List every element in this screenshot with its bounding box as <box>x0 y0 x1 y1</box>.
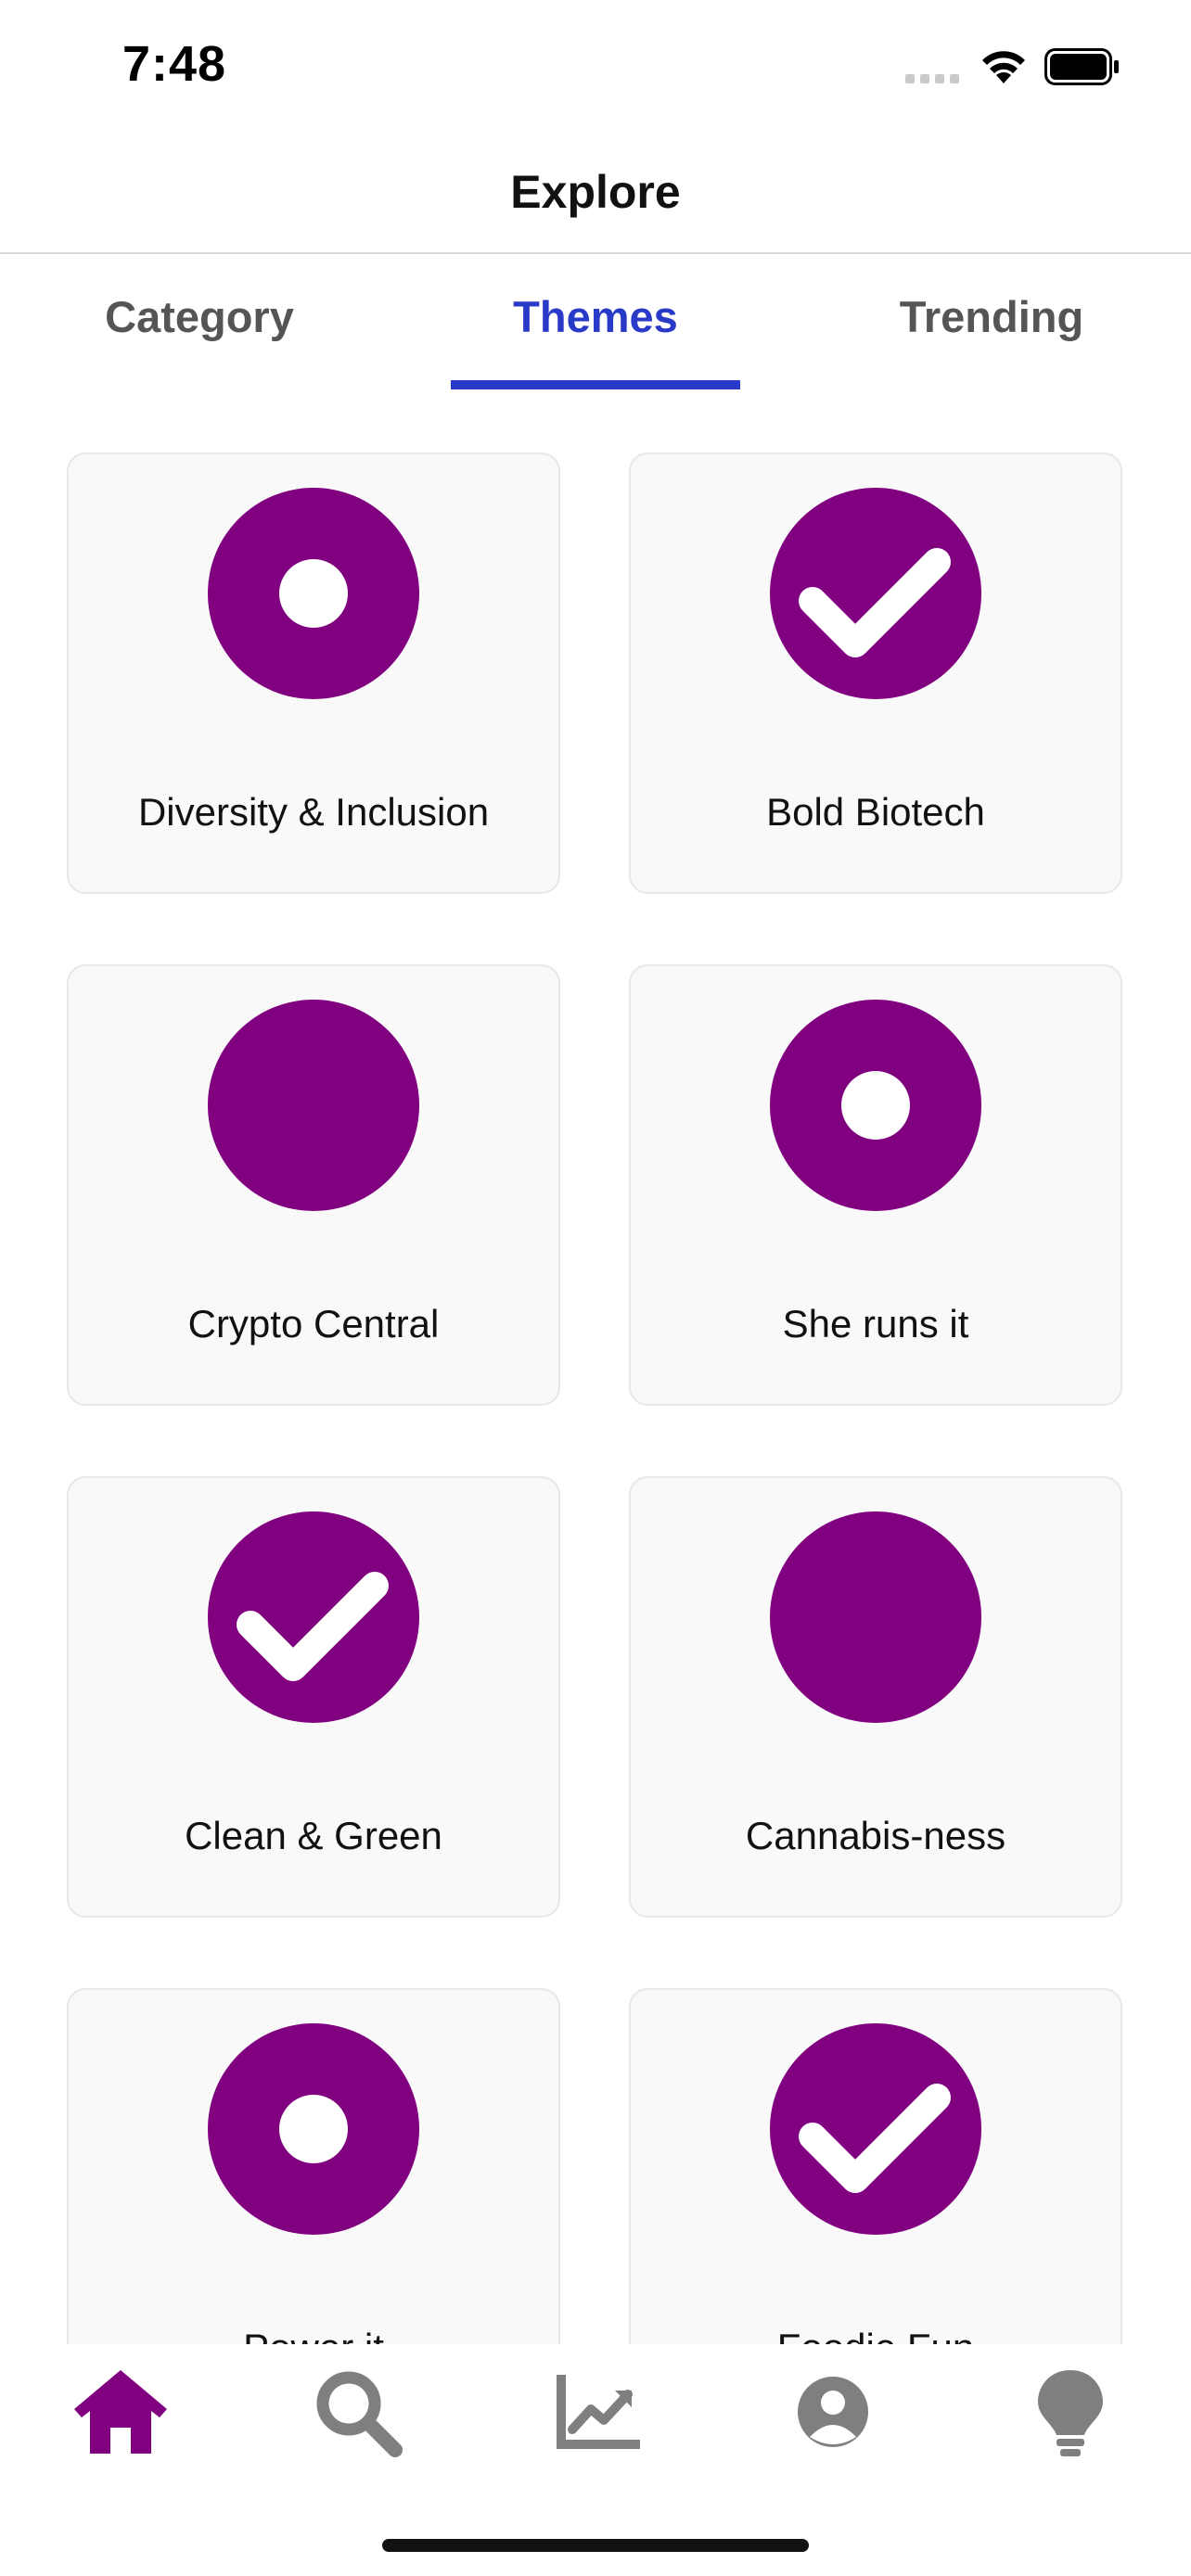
status-time: 7:48 <box>122 36 227 92</box>
search-icon[interactable] <box>306 2361 408 2463</box>
profile-icon[interactable] <box>782 2361 884 2463</box>
check-circle-icon <box>770 2023 981 2235</box>
theme-label: Bold Biotech <box>766 790 985 834</box>
theme-label: Clean & Green <box>185 1814 442 1857</box>
theme-label: She runs it <box>782 1302 969 1345</box>
tab-category[interactable]: Category <box>56 254 343 389</box>
theme-card[interactable]: Foodie Fun <box>629 1988 1122 2344</box>
tab-themes[interactable]: Themes <box>451 254 740 389</box>
wifi-icon <box>979 46 1029 85</box>
tab-label: Themes <box>513 292 678 341</box>
tab-label: Category <box>105 292 294 341</box>
tab-trending[interactable]: Trending <box>848 254 1135 389</box>
ring-icon <box>208 488 419 699</box>
home-icon[interactable] <box>70 2361 172 2463</box>
active-tab-indicator <box>451 380 740 389</box>
battery-icon <box>1044 48 1121 85</box>
ring-icon <box>208 2023 419 2235</box>
tab-bar: Category Themes Trending <box>0 254 1191 389</box>
page-title: Explore <box>510 166 681 218</box>
theme-card[interactable]: Bold Biotech <box>629 453 1122 894</box>
ring-icon <box>770 1000 981 1211</box>
theme-label: Cannabis-ness <box>745 1814 1006 1857</box>
theme-card[interactable]: Diversity & Inclusion <box>67 453 560 894</box>
theme-card[interactable]: She runs it <box>629 964 1122 1406</box>
theme-label: Crypto Central <box>187 1302 440 1345</box>
themes-grid: Diversity & Inclusion Bold Biotech Crypt… <box>67 453 1124 2344</box>
filled-circle-icon <box>208 1000 419 1211</box>
theme-label: Diversity & Inclusion <box>137 790 490 834</box>
signal-icon <box>905 74 961 85</box>
header: Explore <box>0 148 1191 252</box>
status-bar: 7:48 <box>0 0 1191 130</box>
filled-circle-icon <box>770 1511 981 1723</box>
theme-card[interactable]: Clean & Green <box>67 1476 560 1918</box>
tab-label: Trending <box>899 292 1084 341</box>
chart-icon[interactable] <box>544 2361 647 2463</box>
theme-card[interactable]: Cannabis-ness <box>629 1476 1122 1918</box>
lightbulb-icon[interactable] <box>1019 2361 1121 2463</box>
theme-label: Power it <box>69 2326 558 2344</box>
theme-card[interactable]: Crypto Central <box>67 964 560 1406</box>
home-indicator[interactable] <box>382 2539 809 2552</box>
check-circle-icon <box>770 488 981 699</box>
check-circle-icon <box>208 1511 419 1723</box>
theme-card[interactable]: Power it <box>67 1988 560 2344</box>
theme-label: Foodie Fun <box>631 2326 1121 2344</box>
